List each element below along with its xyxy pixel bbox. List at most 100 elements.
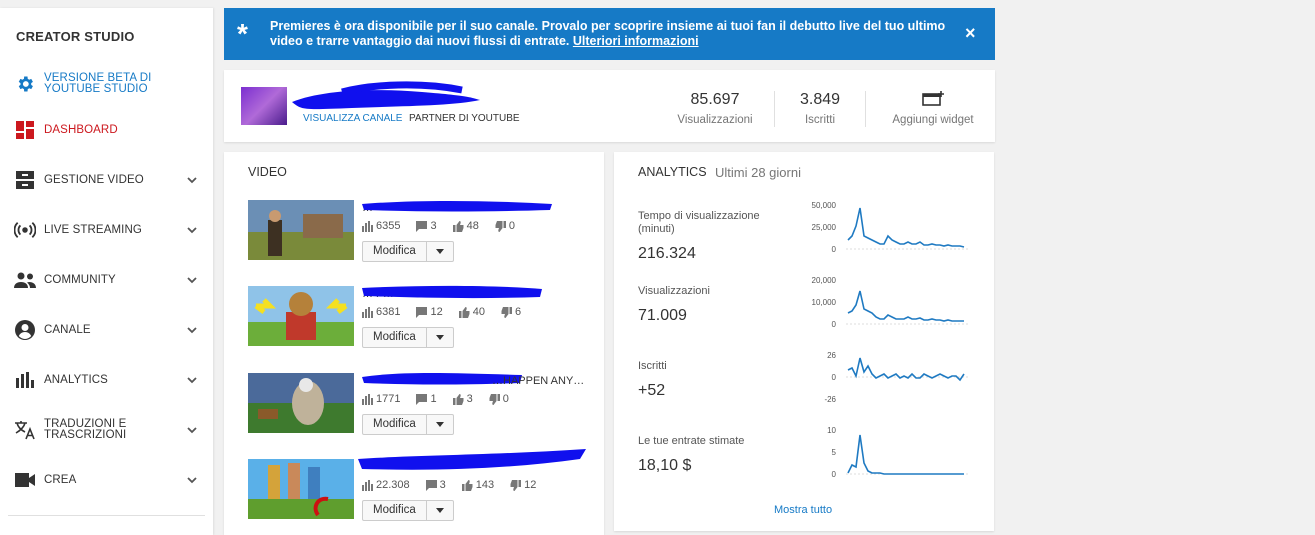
- video-card: VIDEO … 6355 3 48 0 Modifica …: [224, 152, 604, 535]
- sidebar-item-dashboard[interactable]: DASHBOARD: [0, 110, 213, 150]
- chevron-down-icon[interactable]: [186, 374, 198, 386]
- tick-label: 0: [832, 373, 837, 382]
- sidebar-item-video-manager[interactable]: GESTIONE VIDEO: [0, 160, 213, 200]
- translate-icon: [14, 419, 36, 441]
- tick-label: 25,000: [812, 223, 837, 232]
- show-all-link[interactable]: Mostra tutto: [774, 504, 832, 516]
- video-title[interactable]: …: [362, 201, 552, 214]
- video-thumbnail[interactable]: [248, 373, 354, 433]
- tick-label: 10,000: [812, 298, 837, 307]
- video-stats: 6381 12 40 6: [362, 306, 524, 318]
- views-metric[interactable]: Visualizzazioni 71.009: [638, 285, 818, 325]
- comments-count: 1: [430, 393, 437, 405]
- subscribers-stat[interactable]: 3.849 Iscritti: [790, 91, 850, 126]
- comment-icon: [425, 479, 437, 491]
- sidebar-item-label: VERSIONE BETA DI YOUTUBE STUDIO: [44, 72, 152, 95]
- analytics-card: ANALYTICS Ultimi 28 giorni Tempo di visu…: [614, 152, 994, 531]
- video-manager-icon: [14, 169, 36, 191]
- like-icon: [458, 306, 470, 318]
- edit-button[interactable]: Modifica: [362, 241, 454, 262]
- gear-icon: [14, 73, 36, 95]
- add-widget-icon: [888, 91, 978, 109]
- dropdown-arrow-icon[interactable]: [425, 501, 453, 520]
- sidebar-item-translations[interactable]: TRADUZIONI E TRASCRIZIONI: [0, 410, 213, 450]
- edit-button-label: Modifica: [373, 245, 416, 257]
- banner-link[interactable]: Ulteriori informazioni: [573, 34, 699, 48]
- dislikes-count: 6: [514, 306, 522, 318]
- add-widget-label: Aggiungi widget: [892, 114, 974, 126]
- dislike-icon: [489, 393, 500, 405]
- subscribers-metric[interactable]: Iscritti +52: [638, 360, 818, 400]
- comment-icon: [416, 393, 428, 405]
- like-icon: [461, 479, 473, 491]
- edit-button[interactable]: Modifica: [362, 500, 454, 521]
- video-row: …HAPPEN ANY… 1771 1 3 0 Modifica: [248, 373, 588, 437]
- sidebar-item-label: LIVE STREAMING: [44, 223, 142, 236]
- sidebar: CREATOR STUDIO VERSIONE BETA DI YOUTUBE …: [0, 8, 213, 535]
- sidebar-item-analytics[interactable]: ANALYTICS: [0, 360, 213, 400]
- add-widget-button[interactable]: Aggiungi widget: [888, 91, 978, 126]
- stat-divider: [774, 91, 775, 127]
- metric-value: +52: [638, 382, 666, 399]
- like-icon: [452, 393, 464, 405]
- dislikes-count: 0: [502, 393, 509, 405]
- chevron-down-icon[interactable]: [186, 474, 198, 486]
- edit-button[interactable]: Modifica: [362, 414, 454, 435]
- views-icon: [362, 306, 373, 318]
- chevron-down-icon[interactable]: [186, 174, 198, 186]
- video-row: 22.308 3 143 12 Modifica: [248, 449, 588, 523]
- sidebar-item-label: CANALE: [44, 323, 91, 336]
- chevron-down-icon[interactable]: [186, 224, 198, 236]
- tick-label: 20,000: [812, 276, 837, 285]
- video-title[interactable]: … F…: [362, 285, 542, 300]
- video-title[interactable]: …HAPPEN ANY…: [362, 373, 584, 387]
- dropdown-arrow-icon[interactable]: [425, 415, 453, 434]
- dislike-icon: [510, 479, 522, 491]
- metric-value: 216.324: [638, 245, 696, 262]
- video-thumbnail[interactable]: [248, 200, 354, 260]
- sidebar-item-label: GESTIONE VIDEO: [44, 173, 144, 186]
- redaction-scribble: [292, 81, 480, 110]
- sidebar-item-channel[interactable]: CANALE: [0, 310, 213, 350]
- dislikes-count: 12: [524, 479, 537, 491]
- video-thumbnail[interactable]: [248, 286, 354, 346]
- revenue-sparkline[interactable]: 10 5 0: [802, 423, 972, 479]
- subscribers-label: Iscritti: [804, 114, 836, 126]
- tick-label: 26: [827, 351, 836, 360]
- views-count: 6381: [376, 306, 401, 318]
- metric-label: Visualizzazioni: [638, 285, 710, 297]
- sidebar-item-studio-beta[interactable]: VERSIONE BETA DI YOUTUBE STUDIO: [0, 64, 213, 104]
- comments-count: 12: [430, 306, 443, 318]
- dropdown-arrow-icon[interactable]: [425, 242, 453, 261]
- chevron-down-icon[interactable]: [186, 324, 198, 336]
- video-thumbnail[interactable]: [248, 459, 354, 519]
- tick-label: 0: [832, 470, 837, 479]
- view-channel-link[interactable]: VISUALIZZA CANALE: [303, 113, 402, 124]
- sidebar-item-community[interactable]: COMMUNITY: [0, 260, 213, 300]
- edit-button[interactable]: Modifica: [362, 327, 454, 348]
- like-icon: [452, 220, 464, 232]
- video-row: … F… 6381 12 40 6 Modifica: [248, 285, 588, 350]
- chevron-down-icon[interactable]: [186, 424, 198, 436]
- metric-label: Tempo di visualizzazione (minuti): [638, 210, 760, 235]
- camera-icon: [14, 469, 36, 491]
- sidebar-item-create[interactable]: CREA: [0, 460, 213, 500]
- sidebar-item-live-streaming[interactable]: LIVE STREAMING: [0, 210, 213, 250]
- channel-logo[interactable]: [241, 87, 287, 125]
- comment-icon: [416, 220, 428, 232]
- sidebar-item-label: ANALYTICS: [44, 373, 108, 386]
- subscribers-sparkline[interactable]: 26 0 -26: [802, 348, 972, 404]
- sidebar-item-label: CREA: [44, 473, 77, 486]
- views-count: 6355: [376, 220, 401, 232]
- close-icon[interactable]: ×: [965, 24, 976, 42]
- views-stat[interactable]: 85.697 Visualizzazioni: [676, 91, 754, 126]
- watch-time-metric[interactable]: Tempo di visualizzazione (minuti) 216.32…: [638, 210, 818, 263]
- views-icon: [362, 220, 373, 232]
- revenue-metric[interactable]: Le tue entrate stimate 18,10 $: [638, 435, 818, 475]
- analytics-card-title: ANALYTICS: [638, 165, 707, 179]
- watch-time-sparkline[interactable]: 50,000 25,000 0: [802, 198, 972, 254]
- views-sparkline[interactable]: 20,000 10,000 0: [802, 273, 972, 329]
- dropdown-arrow-icon[interactable]: [425, 328, 453, 347]
- subscribers-value: 3.849: [799, 91, 841, 108]
- chevron-down-icon[interactable]: [186, 274, 198, 286]
